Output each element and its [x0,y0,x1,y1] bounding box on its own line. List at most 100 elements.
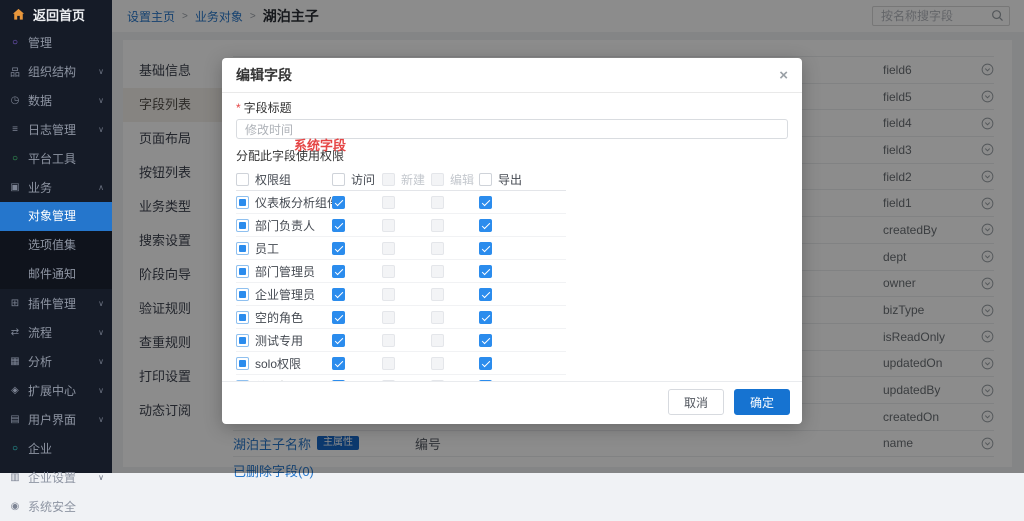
sidebar-item[interactable]: ▦分析∨ [0,347,112,376]
edit-field-modal: 编辑字段 × *字段标题 系统字段 分配此字段使用权限 权限组访问新建编辑导出仪… [222,58,802,424]
permission-cell [479,288,527,301]
permission-cell: solo权限 [236,355,332,372]
checkbox[interactable] [236,311,249,324]
checkbox[interactable] [479,242,492,255]
close-icon[interactable]: × [779,68,788,83]
checkbox[interactable] [332,196,345,209]
cancel-button[interactable]: 取消 [668,389,724,415]
permission-group-label: 企业管理员 [255,286,315,303]
sidebar-subitem[interactable]: 选项值集 [0,231,112,260]
checkbox [431,311,444,324]
sidebar-item[interactable]: ⊞插件管理∨ [0,289,112,318]
checkbox[interactable] [236,219,249,232]
sidebar-item[interactable]: ◉系统安全 [0,492,112,521]
circle-icon: ○ [8,153,22,164]
sidebar-subitem[interactable]: 邮件通知 [0,260,112,289]
sidebar-item[interactable]: ○企业 [0,434,112,463]
permission-row: 员工 [236,237,566,260]
sidebar-item-label: 流程 [28,324,94,341]
permission-column-label: 访问 [351,171,375,188]
checkbox[interactable] [236,288,249,301]
checkbox[interactable] [236,357,249,370]
checkbox[interactable] [479,334,492,347]
permission-header-cell: 导出 [479,171,527,188]
permission-cell [431,219,479,232]
permission-cell [479,219,527,232]
checkbox[interactable] [479,265,492,278]
permission-column-label: 权限组 [255,171,291,188]
permission-cell: 空的角色 [236,309,332,326]
chevron-down-icon: ∨ [98,415,104,424]
permission-cell [382,380,431,382]
sidebar-item-label: 扩展中心 [28,382,94,399]
sidebar-item[interactable]: ▥企业设置∨ [0,463,112,492]
checkbox[interactable] [236,242,249,255]
sidebar-item-label: 管理 [28,34,104,51]
sidebar-item[interactable]: ▣业务∧ [0,173,112,202]
checkbox[interactable] [332,242,345,255]
checkbox[interactable] [332,334,345,347]
checkbox[interactable] [236,196,249,209]
sidebar-item[interactable]: ◷数据∨ [0,86,112,115]
sidebar-item[interactable]: ◈扩展中心∨ [0,376,112,405]
checkbox[interactable] [479,173,492,186]
checkbox[interactable] [236,173,249,186]
permission-cell: 测试专用 [236,332,332,349]
permission-cell [382,357,431,370]
permission-cell [479,242,527,255]
sidebar-item-label: 企业设置 [28,469,94,486]
permission-cell [332,219,382,232]
required-mark: * [236,101,241,115]
permission-table: 权限组访问新建编辑导出仪表板分析组件部门负责人员工部门管理员企业管理员空的角色测… [236,168,566,381]
checkbox[interactable] [479,219,492,232]
chevron-down-icon: ∨ [98,386,104,395]
checkbox[interactable] [332,173,345,186]
checkbox[interactable] [479,196,492,209]
checkbox[interactable] [332,357,345,370]
checkbox[interactable] [332,380,345,382]
checkbox[interactable] [236,380,249,382]
sidebar-item[interactable]: ⇄流程∨ [0,318,112,347]
permission-cell [382,265,431,278]
permission-header-row: 权限组访问新建编辑导出 [236,168,566,191]
analysis-icon: ▦ [8,356,22,367]
confirm-button[interactable]: 确定 [734,389,790,415]
sidebar-item[interactable]: 品组织结构∨ [0,57,112,86]
sidebar-subitem[interactable]: 对象管理 [0,202,112,231]
sidebar-menu: ○ 管理品组织结构∨◷数据∨≡日志管理∨ ○ 平台工具 ▣业务∧对象管理选项值集邮件通知… [0,28,112,521]
checkbox[interactable] [479,380,492,382]
permission-cell: 员工 [236,240,332,257]
sidebar-item[interactable]: ≡日志管理∨ [0,115,112,144]
permission-header-cell: 访问 [332,171,382,188]
checkbox[interactable] [332,219,345,232]
permission-cell [431,357,479,370]
checkbox[interactable] [479,357,492,370]
modal-footer: 取消 确定 [222,381,802,424]
permission-row: 仪表板分析组件 [236,191,566,214]
permission-cell [431,242,479,255]
permission-cell: 部门负责人 [236,217,332,234]
sidebar-item-label: 平台工具 [28,150,104,167]
sidebar-item[interactable]: ○ 平台工具 [0,144,112,173]
org-structure-icon: 品 [8,64,22,79]
permission-group-label: 仪表板分析组件 [255,194,339,211]
field-title-label: *字段标题 [236,101,788,115]
permission-group-label: 测试专用 [255,332,303,349]
checkbox[interactable] [332,288,345,301]
flow-icon: ⇄ [8,327,22,338]
log-list-icon: ≡ [8,124,22,135]
checkbox[interactable] [479,288,492,301]
circle-icon: ○ [8,37,22,48]
sidebar-item[interactable]: ▤用户界面∨ [0,405,112,434]
checkbox[interactable] [236,265,249,278]
checkbox[interactable] [332,311,345,324]
checkbox[interactable] [236,334,249,347]
sidebar-item[interactable]: ○ 管理 [0,28,112,57]
checkbox[interactable] [479,311,492,324]
checkbox[interactable] [332,265,345,278]
permission-cell [332,380,382,382]
user-interface-icon: ▤ [8,414,22,425]
sidebar-home-button[interactable]: 返回首页 [0,0,112,28]
sidebar: 返回首页 ○ 管理品组织结构∨◷数据∨≡日志管理∨ ○ 平台工具 ▣业务∧对象管理选项值… [0,0,112,473]
sidebar-item-label: 业务 [28,179,94,196]
